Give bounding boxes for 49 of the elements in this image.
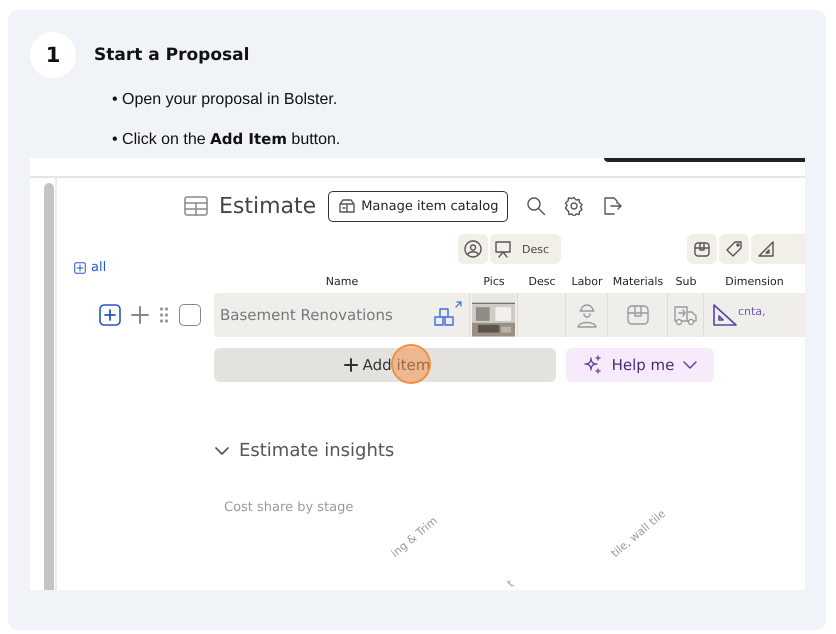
settings-icon[interactable] <box>564 196 584 216</box>
ruler-chip[interactable] <box>751 234 805 264</box>
instruction-text: • Open your proposal in Bolster. <box>112 90 338 110</box>
person-icon <box>464 240 482 258</box>
add-child-icon[interactable] <box>99 304 121 326</box>
truck-icon[interactable] <box>672 304 698 326</box>
person-chip[interactable] <box>458 234 488 264</box>
box-chip[interactable] <box>687 234 717 264</box>
step-number: 1 <box>30 32 76 78</box>
box-icon <box>338 198 356 214</box>
click-marker <box>391 344 431 384</box>
sparkle-icon <box>582 355 603 375</box>
column-header: Dimension <box>724 275 785 290</box>
step-title: Start a Proposal <box>94 45 250 65</box>
search-icon[interactable] <box>526 196 546 216</box>
expand-all-button[interactable]: all <box>74 260 106 276</box>
column-header: Materials <box>612 275 664 290</box>
column-header: Desc <box>527 275 557 290</box>
column-header: Labor <box>570 275 604 290</box>
chart-title: Cost share by stage <box>224 500 354 515</box>
checkbox[interactable] <box>179 304 201 326</box>
column-header: Pics <box>482 275 506 290</box>
ruler-icon <box>757 240 775 258</box>
axis-label: tile, wall tile <box>608 507 668 560</box>
axis-label: ing & Trim <box>388 514 440 560</box>
tag-icon <box>725 240 743 258</box>
manage-catalog-button[interactable]: Manage item catalog <box>328 190 508 222</box>
box-icon <box>693 240 711 258</box>
insights-toggle[interactable]: Estimate insights <box>215 440 394 461</box>
desc-chip[interactable]: Desc <box>490 234 562 264</box>
plus-icon[interactable] <box>131 306 149 324</box>
export-icon[interactable] <box>602 196 622 216</box>
axis-label: t <box>504 577 516 590</box>
instruction-text: • Click on the Add Item button. <box>112 129 342 150</box>
drag-handle-icon[interactable] <box>159 306 169 324</box>
presentation-icon <box>494 240 512 258</box>
dimension-value: cnta, <box>738 305 766 318</box>
plus-icon <box>344 358 358 372</box>
ruler-icon[interactable] <box>712 303 738 327</box>
tag-chip[interactable] <box>719 234 749 264</box>
column-header: Name <box>324 275 360 290</box>
scrollbar[interactable] <box>44 183 54 590</box>
column-header: Sub <box>674 275 698 290</box>
chevron-down-icon <box>683 360 698 370</box>
plus-icon <box>74 262 86 274</box>
add-item-button[interactable]: Add item <box>214 348 556 382</box>
table-icon <box>184 196 208 216</box>
page-title: Estimate <box>219 194 316 219</box>
help-me-button[interactable]: Help me <box>566 348 714 382</box>
